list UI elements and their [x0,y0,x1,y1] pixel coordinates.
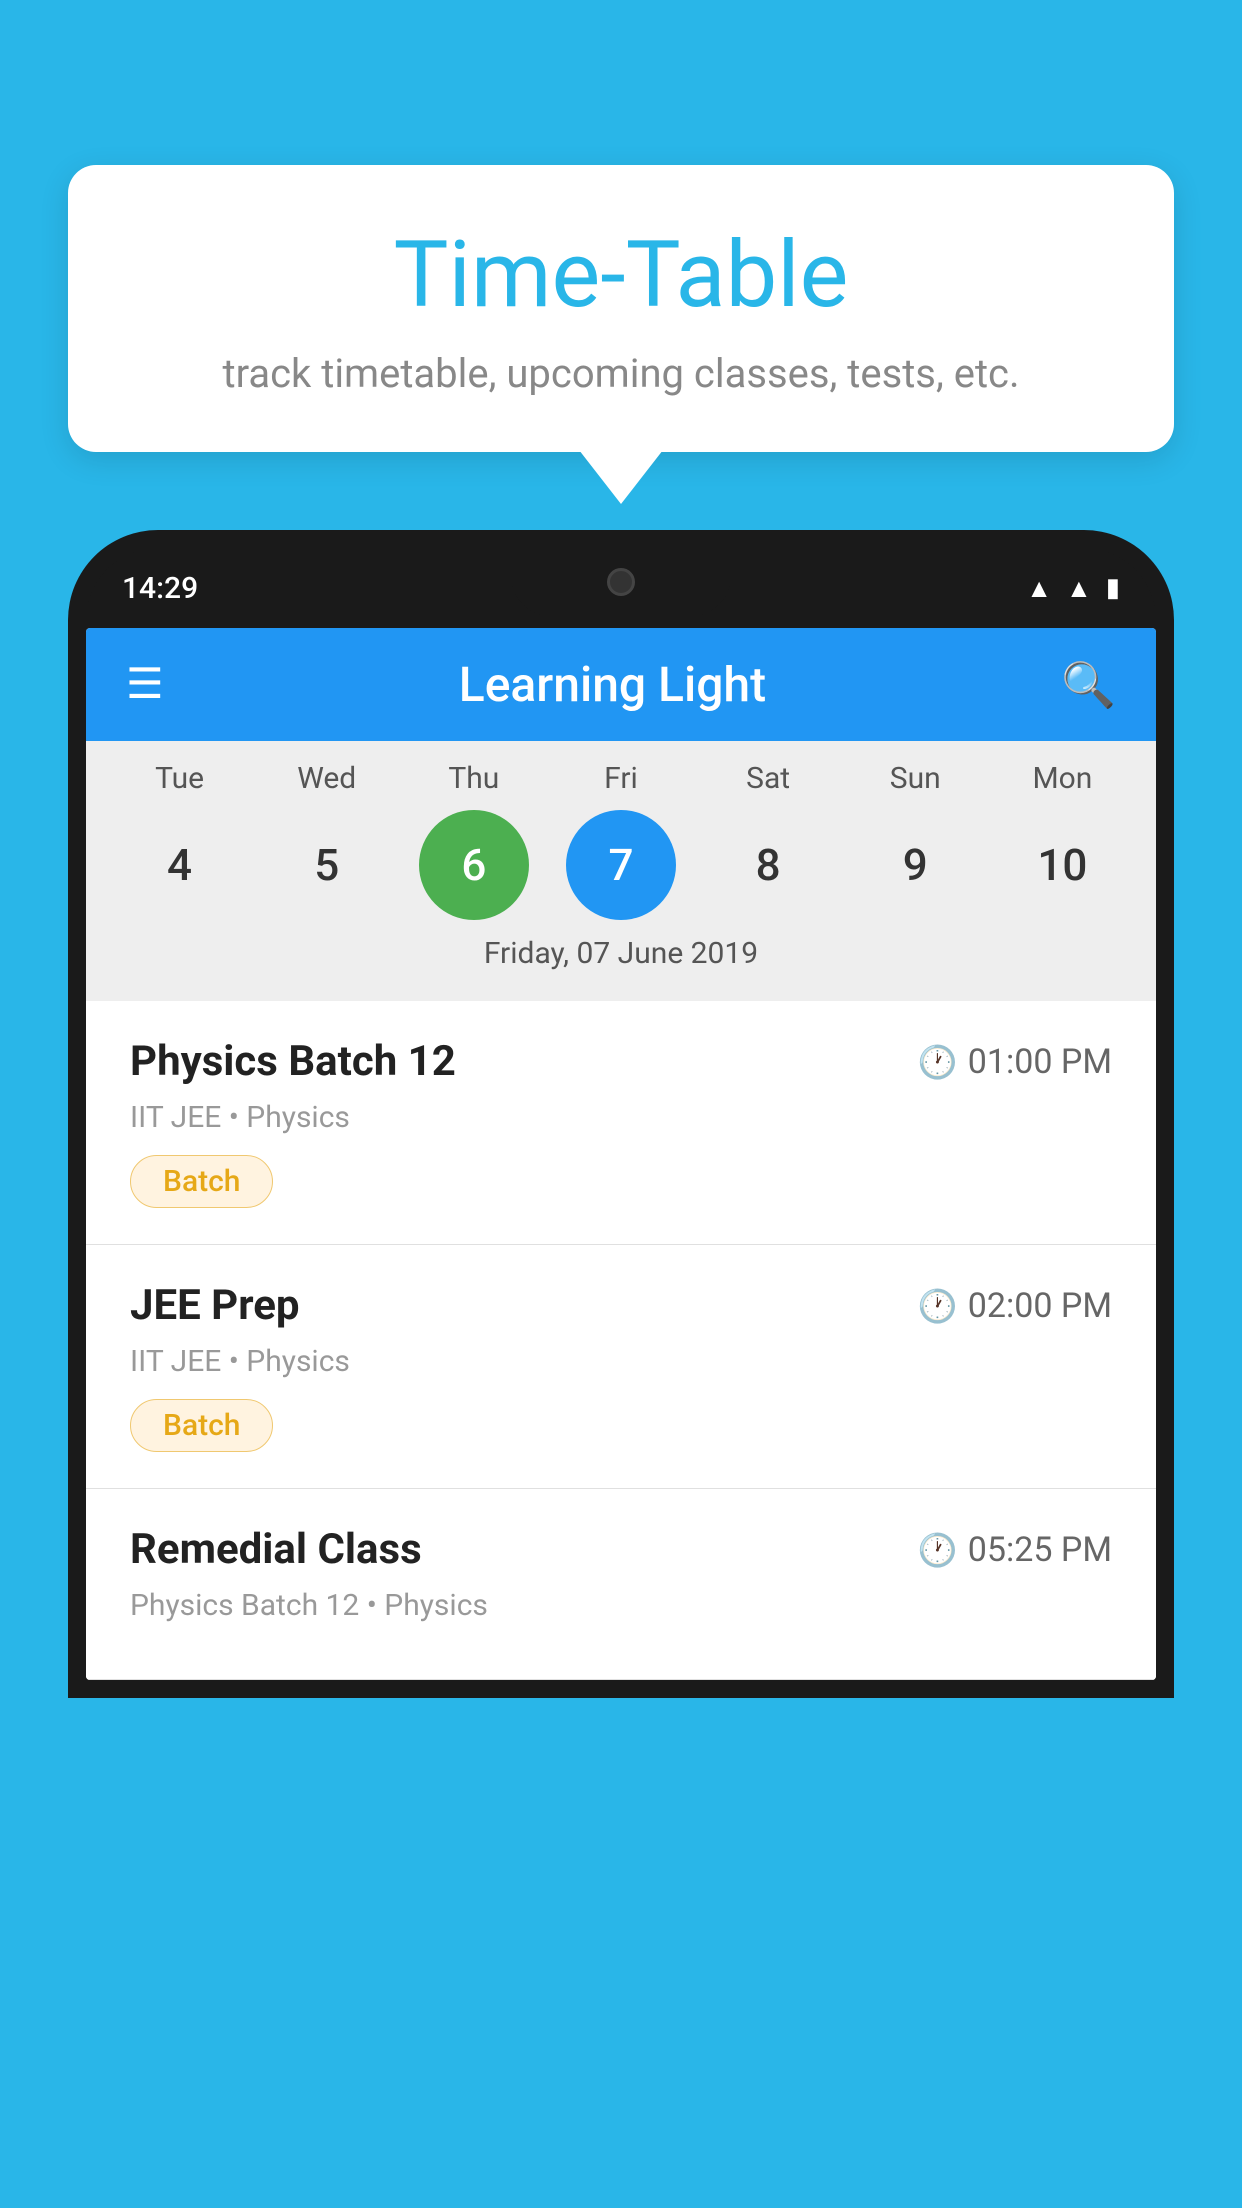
app-title: Learning Light [459,656,766,713]
calendar-strip: Tue Wed Thu Fri Sat Sun Mon 4 5 6 7 8 9 … [86,741,1156,1001]
class-time-3: 🕐 05:25 PM [918,1530,1112,1570]
class-list: Physics Batch 12 🕐 01:00 PM IIT JEE • Ph… [86,1001,1156,1680]
day-label-tue: Tue [125,761,235,796]
batch-badge-2: Batch [130,1399,273,1452]
day-9[interactable]: 9 [860,810,970,920]
class-item-remedial[interactable]: Remedial Class 🕐 05:25 PM Physics Batch … [86,1489,1156,1680]
hamburger-icon[interactable]: ☰ [126,664,164,706]
clock-icon-1: 🕐 [918,1043,958,1081]
class-item-physics-batch[interactable]: Physics Batch 12 🕐 01:00 PM IIT JEE • Ph… [86,1001,1156,1245]
day-5[interactable]: 5 [272,810,382,920]
class-header-3: Remedial Class 🕐 05:25 PM [130,1525,1112,1574]
day-label-wed: Wed [272,761,382,796]
search-icon[interactable]: 🔍 [1061,659,1116,711]
class-header-1: Physics Batch 12 🕐 01:00 PM [130,1037,1112,1086]
phone-screen: ☰ Learning Light 🔍 Tue Wed Thu Fri Sat S… [86,628,1156,1680]
class-meta-3: Physics Batch 12 • Physics [130,1588,1112,1623]
phone-notch [511,548,731,616]
class-time-2: 🕐 02:00 PM [918,1286,1112,1326]
camera [607,568,635,596]
batch-badge-1: Batch [130,1155,273,1208]
day-numbers: 4 5 6 7 8 9 10 [86,810,1156,920]
battery-icon: ▮ [1106,573,1120,603]
tooltip-subtitle: track timetable, upcoming classes, tests… [148,350,1094,397]
day-label-sun: Sun [860,761,970,796]
day-labels: Tue Wed Thu Fri Sat Sun Mon [86,761,1156,796]
day-7-selected[interactable]: 7 [566,810,676,920]
status-icons: ▲ ▲ ▮ [1026,573,1120,604]
class-time-1: 🕐 01:00 PM [918,1042,1112,1082]
clock-icon-3: 🕐 [918,1531,958,1569]
class-meta-2: IIT JEE • Physics [130,1344,1112,1379]
day-8[interactable]: 8 [713,810,823,920]
tooltip-card: Time-Table track timetable, upcoming cla… [68,165,1174,452]
status-time: 14:29 [122,571,198,606]
tooltip-title: Time-Table [148,225,1094,326]
class-name-1: Physics Batch 12 [130,1037,456,1086]
signal-icon: ▲ [1066,573,1092,604]
day-6-today[interactable]: 6 [419,810,529,920]
class-name-2: JEE Prep [130,1281,300,1330]
phone-body: 14:29 ▲ ▲ ▮ ☰ Learning Light 🔍 Tue [68,530,1174,1698]
status-bar: 14:29 ▲ ▲ ▮ [86,548,1156,628]
day-label-fri: Fri [566,761,676,796]
day-10[interactable]: 10 [1007,810,1117,920]
clock-icon-2: 🕐 [918,1287,958,1325]
wifi-icon: ▲ [1026,573,1052,604]
day-label-sat: Sat [713,761,823,796]
day-4[interactable]: 4 [125,810,235,920]
class-meta-1: IIT JEE • Physics [130,1100,1112,1135]
day-label-thu: Thu [419,761,529,796]
app-bar: ☰ Learning Light 🔍 [86,628,1156,741]
selected-date: Friday, 07 June 2019 [86,920,1156,991]
class-header-2: JEE Prep 🕐 02:00 PM [130,1281,1112,1330]
class-name-3: Remedial Class [130,1525,422,1574]
phone-mockup: 14:29 ▲ ▲ ▮ ☰ Learning Light 🔍 Tue [68,530,1174,2208]
class-item-jee-prep[interactable]: JEE Prep 🕐 02:00 PM IIT JEE • Physics Ba… [86,1245,1156,1489]
day-label-mon: Mon [1007,761,1117,796]
